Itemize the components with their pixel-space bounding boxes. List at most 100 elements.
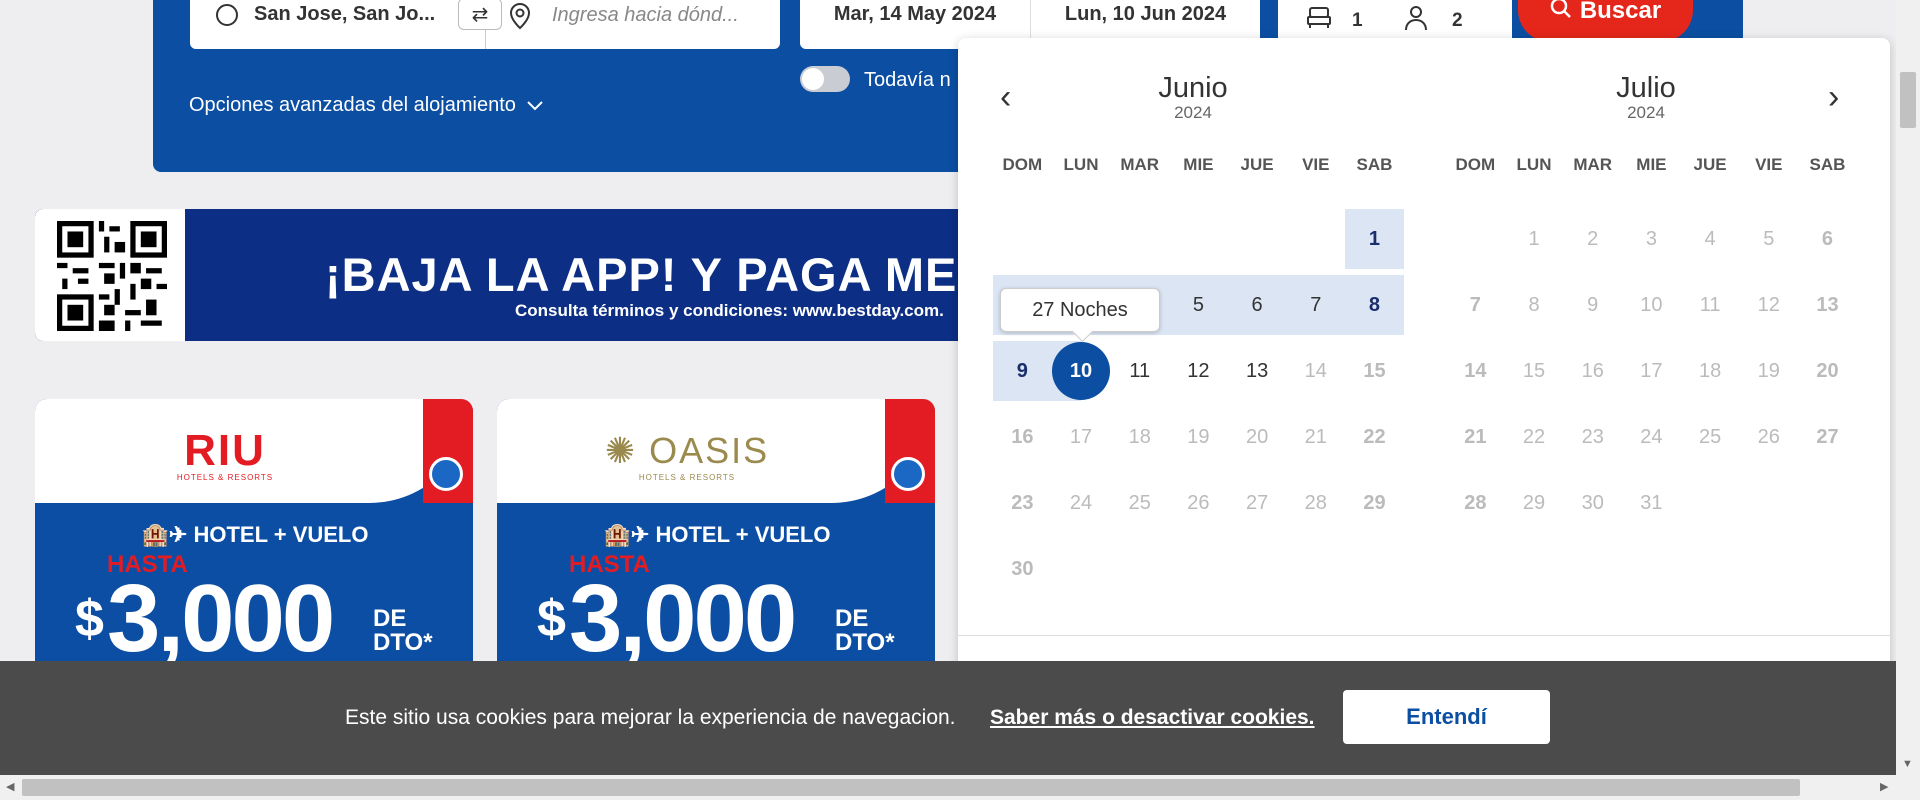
scroll-down-icon[interactable]: ▼ bbox=[1902, 758, 1913, 770]
weekday-label: MAR bbox=[1573, 155, 1613, 174]
oasis-emblem-icon: ✺ bbox=[604, 430, 650, 471]
calendar-day: 15 bbox=[1522, 359, 1546, 382]
calendar-day[interactable]: 8 bbox=[1345, 275, 1404, 335]
swap-icon[interactable]: ⇄ bbox=[458, 0, 502, 30]
check-out-date: Lun, 10 Jun 2024 bbox=[1064, 3, 1227, 25]
origin-field[interactable]: San Jose, San Jo... ⇄ Ingresa hacia dónd… bbox=[190, 0, 780, 49]
calendar-day[interactable]: 1 bbox=[1345, 209, 1404, 269]
calendar-day: 28 bbox=[1304, 491, 1327, 514]
calendar-day: 23 bbox=[1581, 425, 1604, 448]
weekday-label: MIE bbox=[1183, 155, 1214, 174]
calendar-day: 14 bbox=[1464, 359, 1487, 382]
scrollbar-thumb[interactable] bbox=[22, 779, 1800, 796]
calendar-day: 8 bbox=[1528, 293, 1540, 316]
weekday-label: VIE bbox=[1302, 155, 1330, 174]
calendar-day: 26 bbox=[1757, 425, 1780, 448]
oasis-logo: ✺ OASIS HOTELS & RESORTS bbox=[497, 429, 877, 482]
calendar-day: 12 bbox=[1757, 293, 1780, 316]
weekday-label: VIE bbox=[1755, 155, 1783, 174]
calendar-footer-divider bbox=[958, 635, 1890, 636]
hotel-plane-icon: 🏨✈ bbox=[603, 522, 656, 547]
scroll-left-icon[interactable]: ◀ bbox=[6, 780, 14, 793]
calendar-day[interactable]: 9 bbox=[993, 341, 1052, 401]
weekday-label: MAR bbox=[1120, 155, 1160, 174]
month-year: 2024 bbox=[1174, 103, 1212, 122]
horizontal-scrollbar[interactable]: ◀ ▶ bbox=[0, 775, 1896, 800]
scrollbar-corner bbox=[1896, 775, 1920, 800]
search-icon bbox=[1550, 0, 1572, 26]
cookie-text: Este sitio usa cookies para mejorar la e… bbox=[345, 706, 956, 729]
calendar-grid-june: 1234567891011121314151617181920212223242… bbox=[993, 206, 1404, 602]
search-button[interactable]: Buscar bbox=[1518, 0, 1693, 42]
calendar-day-selected[interactable]: 10 bbox=[1051, 341, 1111, 401]
guests-count: 2 bbox=[1452, 10, 1463, 31]
calendar-day: 2 bbox=[1587, 227, 1599, 250]
toggle-knob bbox=[802, 68, 824, 90]
calendar-day: 9 bbox=[1587, 293, 1599, 316]
bed-icon bbox=[1306, 6, 1332, 36]
weekday-row: DOM LUN MAR MIE JUE VIE SAB bbox=[993, 155, 1404, 175]
qr-code-icon bbox=[57, 221, 167, 331]
calendar-day: 28 bbox=[1464, 491, 1487, 514]
scroll-right-icon[interactable]: ▶ bbox=[1880, 780, 1888, 793]
calendar-day: 18 bbox=[1128, 425, 1151, 448]
calendar-empty-cell bbox=[1052, 209, 1111, 269]
banner-title: ¡BAJA LA APP! Y PAGA ME bbox=[325, 248, 958, 301]
calendar-day[interactable]: 11 bbox=[1110, 341, 1169, 401]
calendar-day[interactable]: 7 bbox=[1286, 275, 1346, 335]
calendar-day: 21 bbox=[1304, 425, 1327, 448]
calendar-day[interactable]: 6 bbox=[1227, 275, 1287, 335]
calendar-day: 30 bbox=[1581, 491, 1604, 514]
calendar-empty-cell bbox=[993, 209, 1052, 269]
calendar-day: 14 bbox=[1304, 359, 1327, 382]
month-name: Julio bbox=[1616, 72, 1676, 104]
calendar-day: 22 bbox=[1522, 425, 1546, 448]
calendar-empty-cell bbox=[1169, 209, 1228, 269]
qr-code bbox=[35, 209, 185, 341]
promo-currency: $ bbox=[75, 590, 104, 648]
weekday-label: DOM bbox=[1455, 155, 1496, 174]
promo-type: 🏨✈ HOTEL + VUELO bbox=[603, 522, 831, 547]
calendar-day: 18 bbox=[1698, 359, 1722, 382]
calendar-day: 25 bbox=[1698, 425, 1722, 448]
calendar-empty-cell bbox=[1228, 209, 1287, 269]
calendar-day: 1 bbox=[1528, 227, 1540, 250]
cookie-settings-link[interactable]: Saber más o desactivar cookies. bbox=[990, 706, 1315, 730]
calendar-day: 21 bbox=[1464, 425, 1487, 448]
promo-currency: $ bbox=[537, 590, 566, 648]
hotel-plane-icon: 🏨✈ bbox=[141, 522, 194, 547]
calendar-day: 19 bbox=[1757, 359, 1780, 382]
vertical-scrollbar[interactable]: ▼ bbox=[1896, 0, 1920, 775]
app-banner[interactable]: ¡BAJA LA APP! Y PAGA ME Consulta término… bbox=[35, 209, 1095, 341]
radio-icon[interactable] bbox=[216, 3, 238, 26]
calendar-day: 15 bbox=[1363, 359, 1386, 382]
calendar-day: 30 bbox=[1011, 557, 1034, 580]
brand-subtitle: HOTELS & RESORTS bbox=[176, 473, 274, 482]
calendar-empty-cell bbox=[1286, 209, 1345, 269]
weekday-label: JUE bbox=[1240, 155, 1274, 174]
calendar-day: 5 bbox=[1763, 227, 1775, 250]
calendar-day[interactable]: 12 bbox=[1169, 341, 1228, 401]
person-icon bbox=[1402, 4, 1430, 38]
calendar-day[interactable]: 13 bbox=[1228, 341, 1287, 401]
flexible-dates-toggle[interactable] bbox=[800, 66, 850, 92]
advanced-options-link[interactable]: Opciones avanzadas del alojamiento bbox=[189, 94, 544, 117]
weekday-label: JUE bbox=[1693, 155, 1727, 174]
calendar-day[interactable]: 5 bbox=[1169, 275, 1228, 335]
calendar-empty-cell bbox=[1110, 209, 1169, 269]
rooms-count: 1 bbox=[1352, 10, 1363, 31]
calendar-day: 29 bbox=[1522, 491, 1546, 514]
cookie-accept-button[interactable]: Entendí bbox=[1343, 690, 1550, 744]
month-header-june: Junio 2024 bbox=[993, 72, 1393, 123]
weekday-label: SAB bbox=[1356, 155, 1393, 174]
promo-card-oasis[interactable]: ✺ OASIS HOTELS & RESORTS 🏨✈ HOTEL + VUEL… bbox=[497, 399, 935, 699]
promo-dto: DE DTO* bbox=[835, 605, 895, 656]
weekday-label: MIE bbox=[1636, 155, 1667, 174]
promo-amount: 3,000 bbox=[107, 565, 335, 672]
calendar-day: 7 bbox=[1469, 293, 1481, 316]
calendar-day: 11 bbox=[1699, 293, 1721, 316]
destination-input[interactable]: Ingresa hacia dónd... bbox=[552, 4, 739, 27]
promo-card-riu[interactable]: RIU HOTELS & RESORTS 🏨✈ HOTEL + VUELO HA… bbox=[35, 399, 473, 699]
origin-input[interactable]: San Jose, San Jo... bbox=[254, 3, 452, 26]
scrollbar-thumb[interactable] bbox=[1900, 72, 1916, 128]
